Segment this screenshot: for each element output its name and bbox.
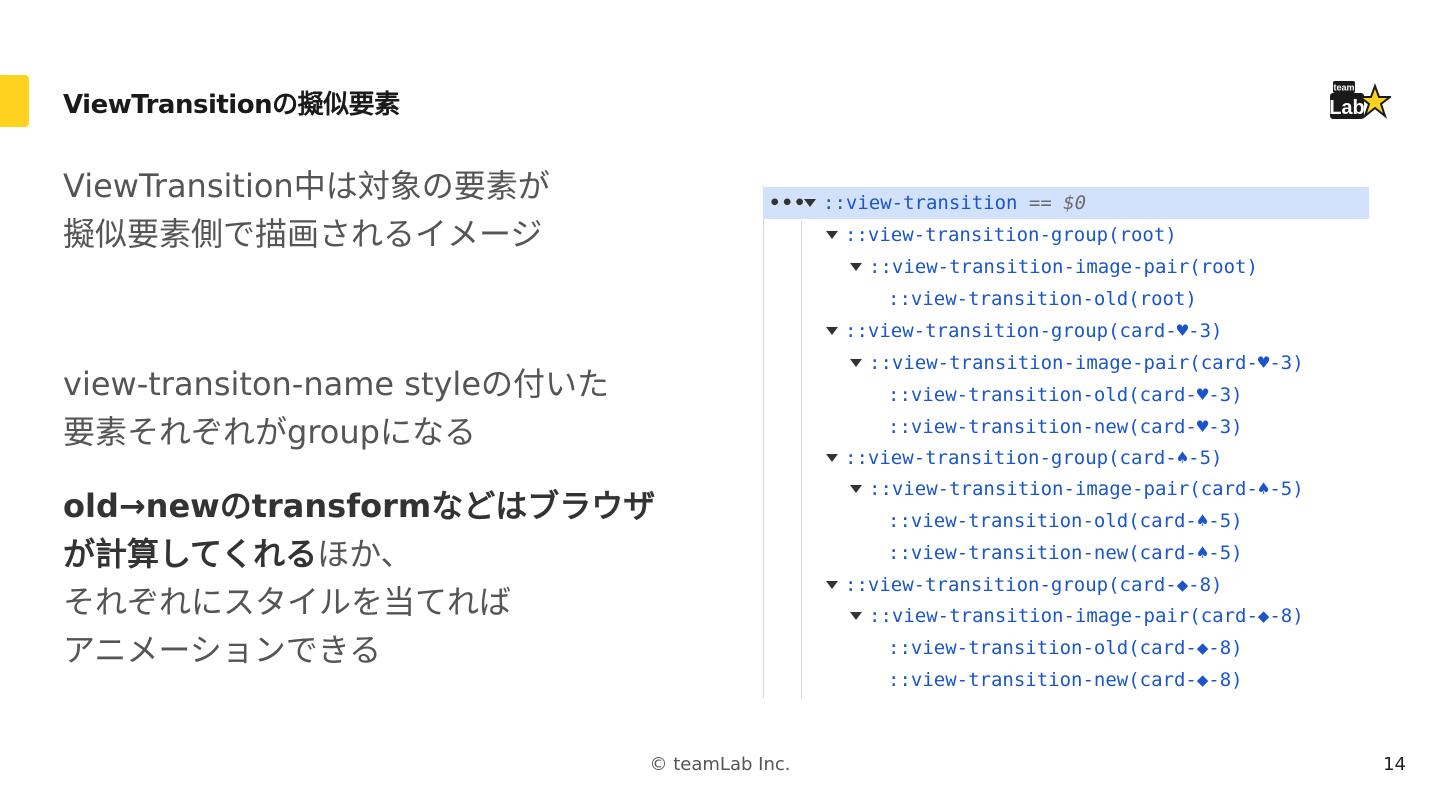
animation-line-2-rest: ほか、 — [317, 535, 413, 573]
group-text: view-transiton-name styleの付いた 要素それぞれがgro… — [63, 360, 703, 456]
tree-row[interactable]: ::view-transition-image-pair(card-♠-5) — [763, 473, 1369, 505]
tree-node-label: ::view-transition-old(card-♠-5) — [888, 510, 1243, 532]
tree-row[interactable]: ::view-transition-group(card-♠-5) — [763, 442, 1369, 474]
tree-row[interactable]: ::view-transition-old(card-◆-8) — [763, 632, 1369, 664]
tree-node-label: ::view-transition-group(card-♠-5) — [845, 447, 1223, 469]
tree-node-label: ::view-transition-old(card-◆-8) — [888, 637, 1243, 659]
page-number: 14 — [1383, 754, 1406, 775]
group-line-2: 要素それぞれがgroupになる — [63, 413, 476, 451]
group-line-1: view-transiton-name styleの付いた — [63, 365, 610, 403]
logo-top-text: team — [1333, 83, 1354, 93]
animation-line-2-bold: が計算してくれる — [63, 535, 318, 573]
devtools-elements-tree: ••• ::view-transition == $0 ::view-trans… — [763, 185, 1369, 698]
selected-node-marker: == $0 — [1028, 192, 1087, 214]
animation-line-3: それぞれにスタイルを当てれば — [63, 583, 512, 621]
tree-row[interactable]: ::view-transition-old(root) — [763, 283, 1369, 315]
tree-node-label: ::view-transition-old(card-♥-3) — [888, 384, 1243, 406]
tree-node-label: ::view-transition == $0 — [823, 187, 1086, 219]
tree-row[interactable]: ::view-transition-old(card-♠-5) — [763, 505, 1369, 537]
expand-triangle-icon[interactable] — [850, 612, 862, 620]
tree-row[interactable]: ::view-transition-group(card-◆-8) — [763, 569, 1369, 601]
tree-node-label: ::view-transition-image-pair(card-♠-5) — [869, 478, 1304, 500]
tree-row[interactable]: ::view-transition-new(card-◆-8) — [763, 664, 1369, 696]
tree-node-label: ::view-transition-group(root) — [845, 224, 1177, 246]
tree-row[interactable]: ::view-transition-group(card-♥-3) — [763, 315, 1369, 347]
intro-line-1: ViewTransition中は対象の要素が — [63, 167, 550, 205]
tree-node-label: ::view-transition-image-pair(card-◆-8) — [869, 605, 1304, 627]
expand-triangle-icon[interactable] — [826, 581, 838, 589]
tree-row-view-transition[interactable]: ••• ::view-transition == $0 — [763, 187, 1369, 219]
intro-text: ViewTransition中は対象の要素が 擬似要素側で描画されるイメージ — [63, 162, 703, 258]
tree-node-label: ::view-transition-group(card-♥-3) — [845, 320, 1223, 342]
animation-text: old→newのtransformなどはブラウザ が計算してくれるほか、 それぞ… — [63, 482, 703, 674]
copyright: © teamLab Inc. — [649, 754, 791, 775]
expand-triangle-icon[interactable] — [826, 231, 838, 239]
tree-row[interactable]: ::view-transition-old(card-♥-3) — [763, 379, 1369, 411]
expand-triangle-icon[interactable] — [850, 485, 862, 493]
tree-row[interactable]: ::view-transition-image-pair(root) — [763, 251, 1369, 283]
expand-triangle-icon[interactable] — [826, 327, 838, 335]
tree-node-label: ::view-transition-group(card-◆-8) — [845, 574, 1223, 596]
tree-node-label: ::view-transition-new(card-♠-5) — [888, 542, 1243, 564]
tree-node-label: ::view-transition-image-pair(root) — [869, 256, 1258, 278]
tree-node-label: ::view-transition-old(root) — [888, 288, 1197, 310]
accent-bar — [0, 75, 29, 127]
tree-row[interactable]: ::view-transition-image-pair(card-♥-3) — [763, 347, 1369, 379]
expand-triangle-icon[interactable] — [850, 263, 862, 271]
tree-node-label: ::view-transition-new(card-♥-3) — [888, 416, 1243, 438]
animation-line-4: アニメーションできる — [63, 631, 382, 669]
animation-line-2: が計算してくれるほか、 — [63, 530, 703, 578]
tree-row[interactable]: ::view-transition-new(card-♠-5) — [763, 537, 1369, 569]
tree-node-label: ::view-transition-new(card-◆-8) — [888, 669, 1243, 691]
intro-line-2: 擬似要素側で描画されるイメージ — [63, 215, 543, 253]
animation-line-1: old→newのtransformなどはブラウザ — [63, 487, 656, 525]
tree-row[interactable]: ::view-transition-image-pair(card-◆-8) — [763, 600, 1369, 632]
slide-title: ViewTransitionの擬似要素 — [63, 90, 400, 120]
teamlab-logo: team Lab — [1327, 78, 1391, 124]
expand-triangle-icon[interactable] — [804, 199, 816, 207]
expand-triangle-icon[interactable] — [850, 359, 862, 367]
tree-row[interactable]: ::view-transition-new(card-♥-3) — [763, 411, 1369, 443]
logo-main-text: Lab — [1329, 97, 1365, 119]
tree-node-label: ::view-transition-image-pair(card-♥-3) — [869, 352, 1304, 374]
tree-node-text: ::view-transition — [823, 192, 1018, 214]
tree-row[interactable]: ::view-transition-group(root) — [763, 219, 1369, 251]
more-options-icon[interactable]: ••• — [769, 187, 806, 219]
expand-triangle-icon[interactable] — [826, 454, 838, 462]
